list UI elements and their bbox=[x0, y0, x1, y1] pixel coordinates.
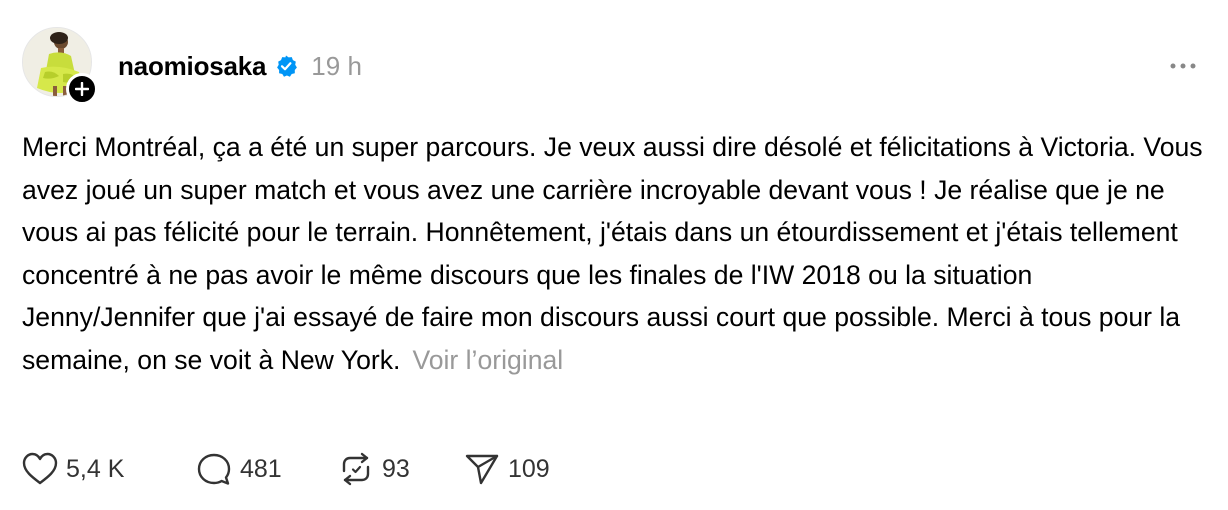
reply-button[interactable]: 481 bbox=[196, 449, 282, 489]
share-count: 109 bbox=[508, 454, 550, 483]
threads-post: naomiosaka 19 h Merci Montréal, ça a été… bbox=[0, 0, 1228, 510]
see-original-link[interactable]: Voir l’original bbox=[412, 345, 563, 375]
heart-icon bbox=[22, 452, 58, 485]
reply-count: 481 bbox=[240, 454, 282, 483]
follow-button[interactable] bbox=[66, 73, 98, 105]
send-icon bbox=[465, 454, 499, 485]
like-count: 5,4 K bbox=[66, 454, 125, 483]
post-time[interactable]: 19 h bbox=[311, 51, 362, 82]
post-body: Merci Montréal, ça a été un super parcou… bbox=[22, 126, 1212, 382]
more-horizontal-icon bbox=[1170, 63, 1196, 69]
repost-count: 93 bbox=[382, 454, 410, 483]
share-button[interactable]: 109 bbox=[464, 449, 550, 489]
repost-button[interactable]: 93 bbox=[338, 449, 410, 489]
like-button[interactable]: 5,4 K bbox=[22, 449, 124, 489]
verified-badge-icon bbox=[274, 54, 298, 78]
username[interactable]: naomiosaka bbox=[118, 51, 266, 82]
repost-icon bbox=[342, 452, 370, 486]
post-header: naomiosaka 19 h bbox=[118, 48, 362, 84]
post-actions: 5,4 K 481 93 109 bbox=[22, 449, 1212, 489]
comment-icon bbox=[197, 453, 231, 485]
plus-icon bbox=[75, 82, 89, 96]
more-options-button[interactable] bbox=[1165, 52, 1201, 80]
avatar-container bbox=[22, 27, 100, 105]
post-text: Merci Montréal, ça a été un super parcou… bbox=[22, 132, 1203, 375]
